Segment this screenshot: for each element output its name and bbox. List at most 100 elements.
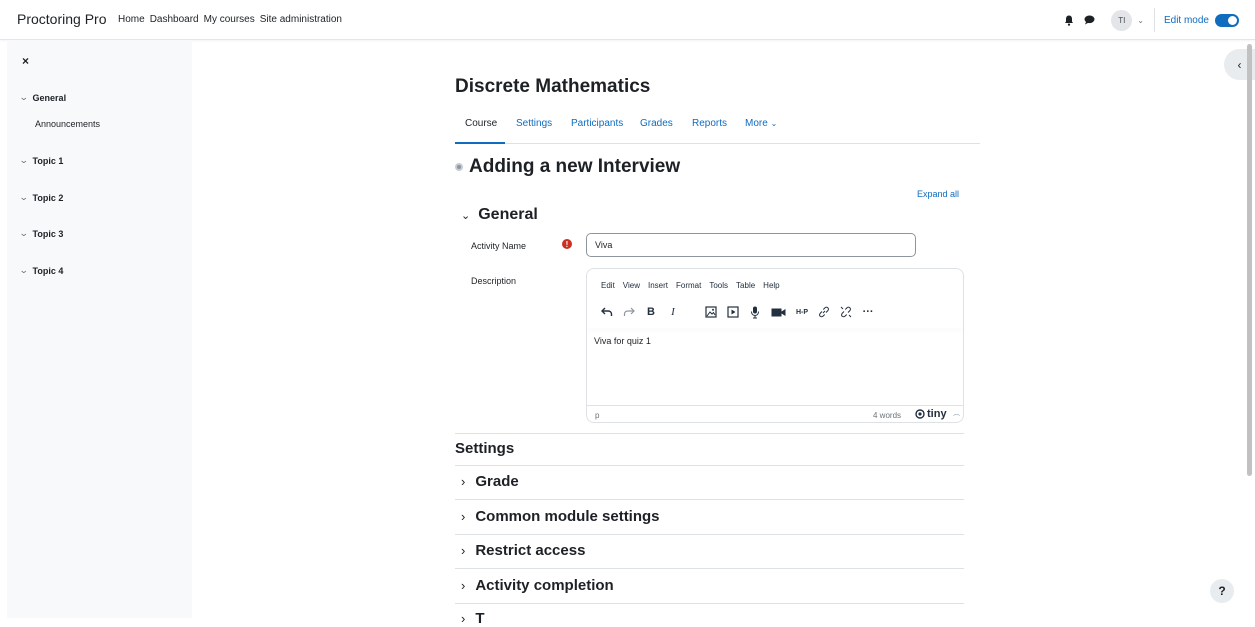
chevron-down-icon[interactable]: ⌄ xyxy=(19,92,29,103)
nav-link-my-courses[interactable]: My courses xyxy=(204,14,255,25)
section-label: Topic 2 xyxy=(32,192,64,203)
page-scrollbar[interactable] xyxy=(1247,44,1252,476)
user-menu-chevron-down-icon[interactable]: ⌄ xyxy=(1137,16,1144,25)
nav-link-site-administration[interactable]: Site administration xyxy=(260,14,342,25)
course-index-item-announcements[interactable]: Announcements xyxy=(35,119,100,129)
redo-icon[interactable] xyxy=(623,305,635,319)
description-label: Description xyxy=(471,276,517,286)
editor-statusbar: p 4 words tiny ⌒ xyxy=(587,405,963,423)
navbar-user-area: TI ⌄ Edit mode xyxy=(1061,0,1255,40)
tab-course[interactable]: Course xyxy=(465,118,497,129)
editor-word-count[interactable]: 4 words xyxy=(873,411,901,420)
section-divider xyxy=(455,568,964,569)
collapsible-section-activity-completion[interactable]: › Activity completion xyxy=(461,577,614,594)
section-label: Topic 4 xyxy=(32,265,64,276)
course-secondary-navigation: Course Settings Participants Grades Repo… xyxy=(455,111,980,144)
chevron-down-icon[interactable]: ⌄ xyxy=(19,265,29,276)
active-tab-indicator xyxy=(455,142,505,144)
activity-type-icon xyxy=(455,163,463,171)
site-brand[interactable]: Proctoring Pro xyxy=(17,11,106,27)
collapsible-section-restrict-access[interactable]: › Restrict access xyxy=(461,542,585,559)
top-navbar: Proctoring Pro Home Dashboard My courses… xyxy=(0,0,1255,40)
tab-settings[interactable]: Settings xyxy=(516,118,552,129)
required-exclamation-icon: ! xyxy=(562,239,572,249)
section-divider xyxy=(455,465,964,466)
chevron-down-icon[interactable]: ⌄ xyxy=(461,209,470,222)
editor-element-path[interactable]: p xyxy=(595,411,599,420)
activity-name-field[interactable] xyxy=(586,233,916,257)
chevron-down-icon[interactable]: ⌄ xyxy=(19,228,29,239)
tab-participants[interactable]: Participants xyxy=(571,118,623,129)
italic-icon[interactable]: I xyxy=(667,305,679,319)
h5p-icon[interactable]: H-P xyxy=(796,305,808,319)
editor-content-area[interactable]: Viva for quiz 1 xyxy=(594,336,651,346)
tiny-brand-logo[interactable]: tiny xyxy=(915,408,947,420)
help-question-icon[interactable]: ? xyxy=(1210,579,1234,603)
collapsible-section-tags[interactable]: › T xyxy=(461,610,485,627)
tiny-logo-icon xyxy=(915,409,925,419)
close-drawer-icon[interactable]: × xyxy=(22,54,29,68)
chevron-right-icon[interactable]: › xyxy=(461,611,465,626)
chevron-right-icon[interactable]: › xyxy=(461,578,465,593)
section-label: Topic 3 xyxy=(32,228,64,239)
tab-more-label: More xyxy=(745,118,768,129)
section-title: Grade xyxy=(475,473,519,490)
course-index-section-general[interactable]: ⌄ General xyxy=(19,92,67,103)
primary-navigation: Home Dashboard My courses Site administr… xyxy=(118,14,342,25)
undo-icon[interactable] xyxy=(601,305,613,319)
link-icon[interactable] xyxy=(818,305,830,319)
section-divider xyxy=(455,603,964,604)
record-video-camera-icon[interactable] xyxy=(771,305,786,319)
nav-link-home[interactable]: Home xyxy=(118,14,145,25)
section-divider xyxy=(455,499,964,500)
messages-chat-icon[interactable] xyxy=(1081,12,1097,28)
section-label: Topic 1 xyxy=(32,155,64,166)
chevron-right-icon[interactable]: › xyxy=(461,474,465,489)
general-section-header[interactable]: ⌄ General xyxy=(461,206,538,224)
section-title: Restrict access xyxy=(475,542,586,559)
activity-name-label: Activity Name xyxy=(471,241,527,251)
notifications-bell-icon[interactable] xyxy=(1061,12,1077,28)
image-icon[interactable] xyxy=(705,305,717,319)
editor-resize-handle-icon[interactable]: ⌒ xyxy=(953,413,960,423)
tiny-brand-text: tiny xyxy=(927,408,947,420)
editor-menu-edit[interactable]: Edit xyxy=(601,281,615,290)
expand-all-link[interactable]: Expand all xyxy=(917,189,959,199)
unlink-icon[interactable] xyxy=(840,305,852,319)
editor-menu-table[interactable]: Table xyxy=(736,281,755,290)
section-label: General xyxy=(32,92,67,103)
user-avatar[interactable]: TI xyxy=(1111,9,1133,31)
navbar-divider xyxy=(1153,8,1155,32)
course-index-section-topic-2[interactable]: ⌄ Topic 2 xyxy=(19,192,64,203)
editor-menubar: Edit View Insert Format Tools Table Help xyxy=(601,281,780,290)
media-icon[interactable] xyxy=(727,305,739,319)
chevron-right-icon[interactable]: › xyxy=(461,543,465,558)
chevron-right-icon[interactable]: › xyxy=(461,509,465,524)
course-index-section-topic-3[interactable]: ⌄ Topic 3 xyxy=(19,228,64,239)
more-options-ellipsis-icon[interactable]: ··· xyxy=(862,305,874,319)
edit-mode-toggle[interactable] xyxy=(1215,13,1239,27)
editor-menu-tools[interactable]: Tools xyxy=(709,281,728,290)
nav-link-dashboard[interactable]: Dashboard xyxy=(150,14,199,25)
collapsible-section-grade[interactable]: › Grade xyxy=(461,473,519,490)
bold-icon[interactable]: B xyxy=(645,305,657,319)
collapsible-section-common-module-settings[interactable]: › Common module settings xyxy=(461,508,660,525)
page-heading: Adding a new Interview xyxy=(455,156,680,178)
tab-grades[interactable]: Grades xyxy=(640,118,673,129)
tab-reports[interactable]: Reports xyxy=(692,118,727,129)
tab-more[interactable]: More ⌄ xyxy=(745,118,777,129)
course-index-drawer: × ⌄ General Announcements ⌄ Topic 1 ⌄ To… xyxy=(7,40,192,618)
page-heading-text: Adding a new Interview xyxy=(469,156,681,177)
chevron-down-icon[interactable]: ⌄ xyxy=(19,192,29,203)
chevron-down-icon[interactable]: ⌄ xyxy=(19,155,29,166)
course-index-section-topic-4[interactable]: ⌄ Topic 4 xyxy=(19,265,64,276)
editor-menu-format[interactable]: Format xyxy=(676,281,701,290)
course-index-section-topic-1[interactable]: ⌄ Topic 1 xyxy=(19,155,64,166)
editor-menu-help[interactable]: Help xyxy=(763,281,779,290)
section-title: Common module settings xyxy=(475,508,660,525)
section-divider xyxy=(455,433,964,434)
general-section-title: General xyxy=(478,206,538,223)
record-audio-microphone-icon[interactable] xyxy=(749,305,761,319)
editor-menu-insert[interactable]: Insert xyxy=(648,281,668,290)
editor-menu-view[interactable]: View xyxy=(623,281,640,290)
